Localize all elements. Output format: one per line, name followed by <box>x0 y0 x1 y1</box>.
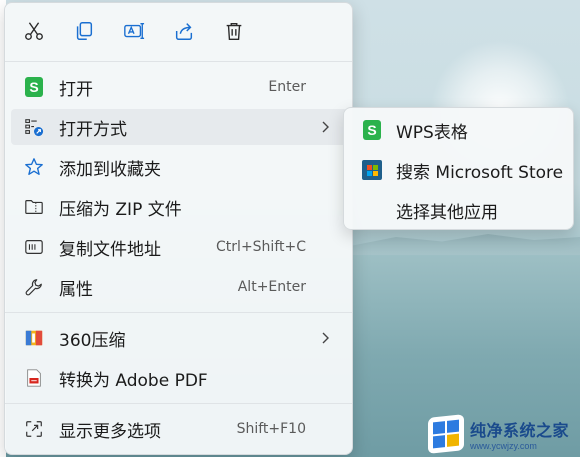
shortcut-label: Alt+Enter <box>237 279 306 295</box>
trash-icon <box>226 22 242 40</box>
separator <box>5 403 352 404</box>
share-button[interactable] <box>171 18 197 44</box>
menu-item-label: 复制文件地址 <box>59 239 161 260</box>
menu-item-open-with[interactable]: 打开方式 <box>11 109 348 145</box>
menu-item-label: 360压缩 <box>59 330 126 351</box>
delete-button[interactable] <box>221 18 247 44</box>
menu-item-label: 打开方式 <box>59 119 127 140</box>
separator <box>5 312 352 313</box>
cut-button[interactable] <box>21 18 47 44</box>
separator <box>5 61 352 62</box>
copy-icon <box>76 22 93 40</box>
menu-item-compress-zip[interactable]: 压缩为 ZIP 文件 <box>11 189 348 225</box>
scissors-icon <box>25 22 43 40</box>
rename-icon <box>124 22 145 40</box>
menu-item-360-compress[interactable]: 360压缩 <box>11 320 348 356</box>
chevron-right-icon <box>318 121 334 133</box>
desktop-hills <box>350 234 580 258</box>
open-with-icon <box>23 116 45 138</box>
open-with-submenu: S WPS表格 搜索 Microsoft Store 选择其他应用 <box>343 107 574 230</box>
watermark-title: 纯净系统之家 <box>470 421 570 440</box>
copy-path-icon <box>23 236 45 258</box>
submenu-item-search-store[interactable]: 搜索 Microsoft Store <box>350 152 569 188</box>
site-watermark: 纯净系统之家 www.ycwjzy.com <box>428 413 578 455</box>
submenu-item-label: WPS表格 <box>396 122 468 143</box>
copy-button[interactable] <box>71 18 97 44</box>
archive-360-icon <box>23 327 45 349</box>
menu-item-copy-path[interactable]: 复制文件地址 Ctrl+Shift+C <box>11 229 348 265</box>
submenu-item-wps-sheet[interactable]: S WPS表格 <box>350 112 569 148</box>
menu-item-open[interactable]: S 打开 Enter <box>11 69 348 105</box>
menu-item-label: 显示更多选项 <box>59 421 161 442</box>
pdf-icon <box>23 367 45 389</box>
menu-item-label: 打开 <box>59 79 93 100</box>
context-menu: S 打开 Enter 打开方式 添加到收藏夹 压缩为 ZIP 文件 复制文件地址… <box>4 2 353 455</box>
submenu-item-label: 选择其他应用 <box>396 202 498 223</box>
submenu-item-label: 搜索 Microsoft Store <box>396 162 564 183</box>
menu-item-label: 属性 <box>59 279 93 300</box>
menu-item-label: 添加到收藏夹 <box>59 159 161 180</box>
more-options-icon <box>23 418 45 440</box>
windows-logo-icon <box>428 414 464 454</box>
menu-item-show-more[interactable]: 显示更多选项 Shift+F10 <box>11 411 348 447</box>
store-icon <box>362 160 382 180</box>
wps-sheet-icon: S <box>362 120 382 140</box>
share-icon <box>175 23 193 40</box>
shortcut-label: Shift+F10 <box>236 421 306 437</box>
submenu-item-choose-app[interactable]: 选择其他应用 <box>350 192 569 228</box>
wps-sheet-icon: S <box>23 76 45 98</box>
rename-button[interactable] <box>121 18 147 44</box>
menu-item-label: 压缩为 ZIP 文件 <box>59 199 182 220</box>
menu-item-label: 转换为 Adobe PDF <box>59 370 208 391</box>
chevron-right-icon <box>318 332 334 344</box>
star-icon <box>23 156 45 178</box>
context-toolbar <box>5 3 352 59</box>
wrench-icon <box>23 276 45 298</box>
menu-item-add-favorites[interactable]: 添加到收藏夹 <box>11 149 348 185</box>
zip-folder-icon <box>23 196 45 218</box>
menu-item-properties[interactable]: 属性 Alt+Enter <box>11 269 348 305</box>
shortcut-label: Ctrl+Shift+C <box>216 239 306 255</box>
shortcut-label: Enter <box>268 79 306 95</box>
menu-item-convert-pdf[interactable]: 转换为 Adobe PDF <box>11 360 348 396</box>
watermark-url: www.ycwjzy.com <box>470 441 537 451</box>
